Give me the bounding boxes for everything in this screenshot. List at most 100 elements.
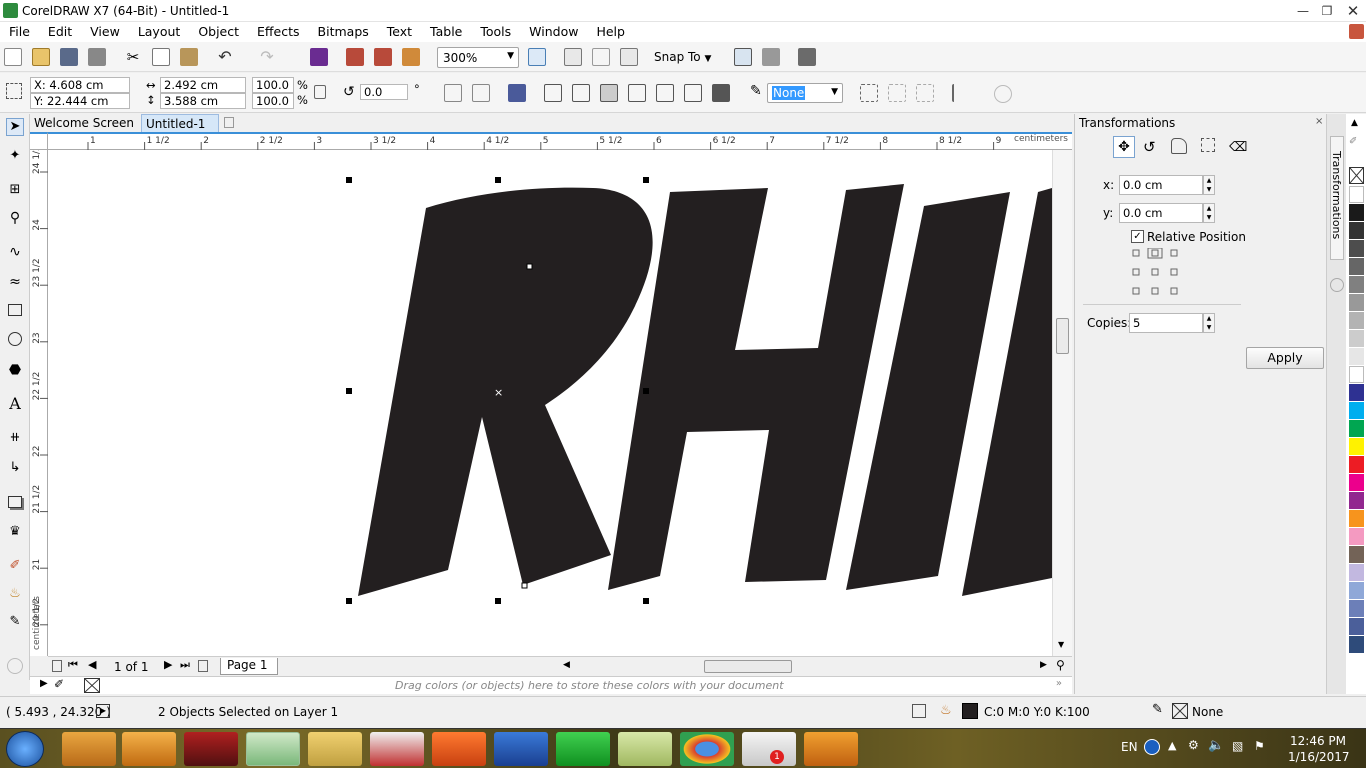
taskbar-app-8[interactable] — [618, 732, 672, 766]
color-swatch[interactable] — [1349, 348, 1364, 365]
artistic-media-tool-icon[interactable]: ≈ — [6, 274, 24, 292]
lock-ratio-icon[interactable] — [314, 85, 326, 99]
status-menu-icon[interactable]: ▶ — [96, 704, 110, 718]
vertical-ruler[interactable]: 24 1/2 24 23 1/2 23 22 1/2 22 21 1/2 21 20 1/2 ce… — [30, 150, 48, 656]
options-icon[interactable] — [734, 48, 752, 66]
drop-shadow-tool-icon[interactable] — [8, 496, 22, 508]
add-page-before-icon[interactable] — [52, 660, 62, 672]
undo-icon[interactable]: ↶ — [216, 48, 234, 66]
docker-y-input[interactable]: 0.0 cm — [1119, 203, 1203, 223]
object-origin-icon[interactable] — [6, 83, 22, 99]
anchor-grid[interactable] — [1131, 248, 1179, 298]
menu-help[interactable]: Help — [587, 22, 634, 42]
intersect-icon[interactable] — [656, 84, 674, 102]
mirror-horizontal-icon[interactable] — [444, 84, 462, 102]
color-swatch[interactable] — [1349, 420, 1364, 437]
import-icon[interactable] — [346, 48, 364, 66]
selection-handle[interactable] — [346, 177, 352, 183]
quick-customize-icon[interactable] — [994, 85, 1012, 103]
transformations-side-tab[interactable]: Transformations — [1330, 136, 1344, 260]
ungroup-icon[interactable] — [600, 84, 618, 102]
ellipse-tool-icon[interactable] — [8, 332, 22, 346]
volume-icon[interactable]: 🔈 — [1208, 738, 1224, 753]
taskbar-word[interactable] — [494, 732, 548, 766]
vertical-scrollbar[interactable]: ▼ — [1052, 150, 1072, 656]
scroll-right-icon[interactable]: ▶ — [1040, 660, 1047, 670]
tab-welcome-screen[interactable]: Welcome Screen — [30, 114, 140, 132]
new-tab-icon[interactable] — [224, 117, 234, 128]
taskbar-app-red[interactable] — [370, 732, 424, 766]
node-handle[interactable] — [521, 582, 528, 589]
outline-none-swatch[interactable] — [1172, 703, 1188, 719]
user-icon[interactable] — [1349, 24, 1364, 39]
application-launcher-icon[interactable] — [762, 48, 780, 66]
taskbar-explorer[interactable] — [308, 732, 362, 766]
language-indicator[interactable]: EN — [1121, 740, 1138, 754]
new-document-icon[interactable] — [4, 48, 22, 66]
redo-icon[interactable]: ↷ — [258, 48, 276, 66]
scale-width-input[interactable]: 100.0 — [252, 77, 294, 93]
docker-close-icon[interactable]: × — [1315, 116, 1323, 127]
snap-to-dropdown[interactable]: Snap To ▼ — [654, 50, 711, 64]
color-swatch[interactable] — [1349, 204, 1364, 221]
corel-connect-icon[interactable] — [310, 48, 328, 66]
menu-tools[interactable]: Tools — [471, 22, 520, 42]
pick-tool-icon[interactable]: ➤ — [6, 118, 24, 136]
palette-scroll-right-icon[interactable]: » — [1056, 678, 1062, 689]
color-swatch[interactable] — [1349, 474, 1364, 491]
menu-window[interactable]: Window — [520, 22, 587, 42]
mirror-vertical-icon[interactable] — [472, 84, 490, 102]
paste-icon[interactable] — [180, 48, 198, 66]
save-icon[interactable] — [60, 48, 78, 66]
color-swatch[interactable] — [1349, 564, 1364, 581]
letter-r[interactable] — [358, 187, 653, 596]
y-spinner[interactable]: ▲ ▼ — [1203, 203, 1215, 223]
previous-page-icon[interactable]: ◀ — [88, 658, 96, 671]
print-icon[interactable] — [88, 48, 106, 66]
color-swatch[interactable] — [1349, 402, 1364, 419]
zoom-tool-icon[interactable]: ⚲ — [6, 210, 24, 228]
selection-handle[interactable] — [643, 177, 649, 183]
menu-view[interactable]: View — [81, 22, 129, 42]
menu-edit[interactable]: Edit — [39, 22, 81, 42]
x-spinner[interactable]: ▲ ▼ — [1203, 175, 1215, 195]
color-swatch[interactable] — [1349, 384, 1364, 401]
x-position-input[interactable]: X: 4.608 cm — [30, 77, 130, 93]
full-screen-preview-icon[interactable] — [528, 48, 546, 66]
taskbar-line[interactable] — [556, 732, 610, 766]
scale-height-input[interactable]: 100.0 — [252, 93, 294, 109]
no-color-swatch[interactable] — [84, 678, 100, 693]
y-position-input[interactable]: Y: 22.444 cm — [30, 93, 130, 109]
help-icon[interactable] — [1144, 739, 1160, 755]
first-page-icon[interactable]: ⏮ — [68, 658, 78, 672]
combine-icon[interactable] — [544, 84, 562, 102]
taskbar-media-player[interactable] — [122, 732, 176, 766]
tab-untitled-1[interactable]: Untitled-1 — [141, 114, 219, 132]
selection-handle[interactable] — [495, 598, 501, 604]
export-icon[interactable] — [374, 48, 392, 66]
menu-effects[interactable]: Effects — [248, 22, 309, 42]
open-icon[interactable] — [32, 48, 50, 66]
palette-up-icon[interactable]: ▲ — [1351, 118, 1358, 128]
color-swatch[interactable] — [1349, 510, 1364, 527]
color-swatch[interactable] — [1349, 330, 1364, 347]
connector-tool-icon[interactable]: ↳ — [6, 460, 24, 478]
taskbar-outlook[interactable] — [804, 732, 858, 766]
next-page-icon[interactable]: ▶ — [164, 658, 172, 671]
color-swatch[interactable] — [1349, 312, 1364, 329]
horizontal-ruler[interactable]: 1 1 1/2 2 2 1/2 3 3 1/2 4 4 1/2 5 5 1/2 6 6 1/2 7 7 1… — [30, 132, 1072, 150]
color-swatch[interactable] — [1349, 294, 1364, 311]
network-signal-icon[interactable]: ▧ — [1232, 739, 1243, 753]
menu-object[interactable]: Object — [189, 22, 248, 42]
start-button[interactable] — [6, 731, 44, 767]
color-swatch[interactable] — [1349, 528, 1364, 545]
coreldraw-app-icon[interactable] — [3, 3, 18, 18]
object-height-input[interactable]: 3.588 cm — [160, 93, 246, 109]
color-swatch[interactable] — [1349, 438, 1364, 455]
eyedropper-tool-icon[interactable]: ✐ — [6, 558, 24, 576]
add-page-after-icon[interactable] — [198, 660, 208, 672]
menu-table[interactable]: Table — [421, 22, 471, 42]
menu-bitmaps[interactable]: Bitmaps — [309, 22, 378, 42]
apply-button[interactable]: Apply — [1246, 347, 1324, 369]
color-swatch[interactable] — [1349, 186, 1364, 203]
